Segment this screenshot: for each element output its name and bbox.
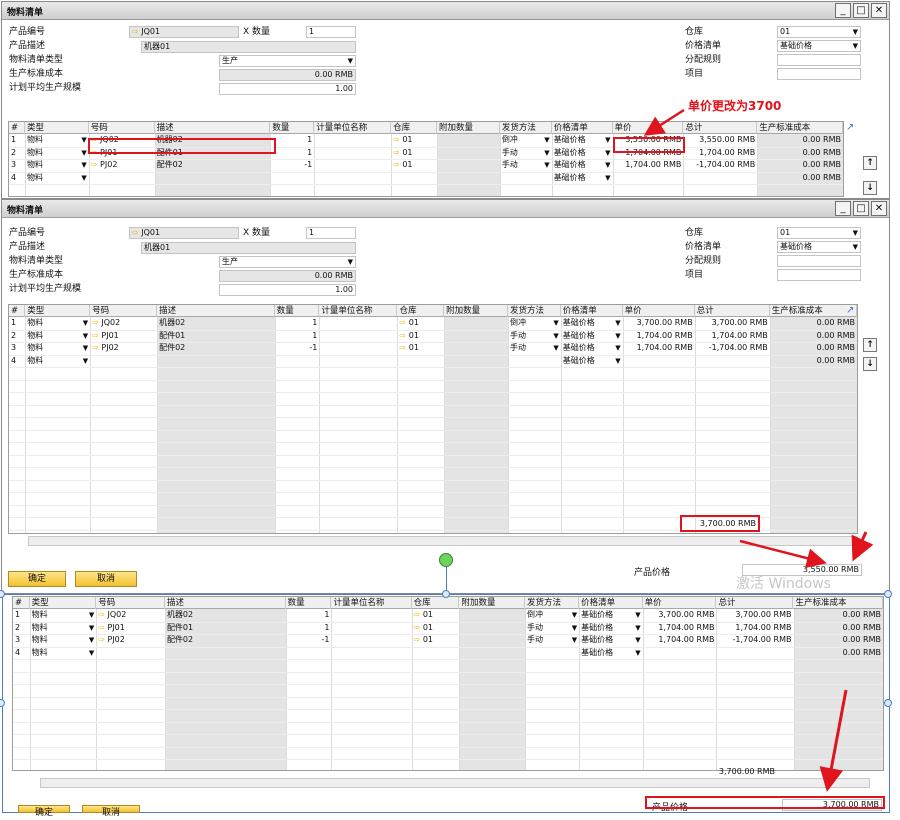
arrow-new-price xyxy=(819,689,848,792)
arrow-sum-to-price xyxy=(739,539,827,568)
annotation-arrows xyxy=(643,108,874,792)
arrow-price-dropdown xyxy=(851,531,874,562)
arrow-price-note xyxy=(643,108,685,136)
